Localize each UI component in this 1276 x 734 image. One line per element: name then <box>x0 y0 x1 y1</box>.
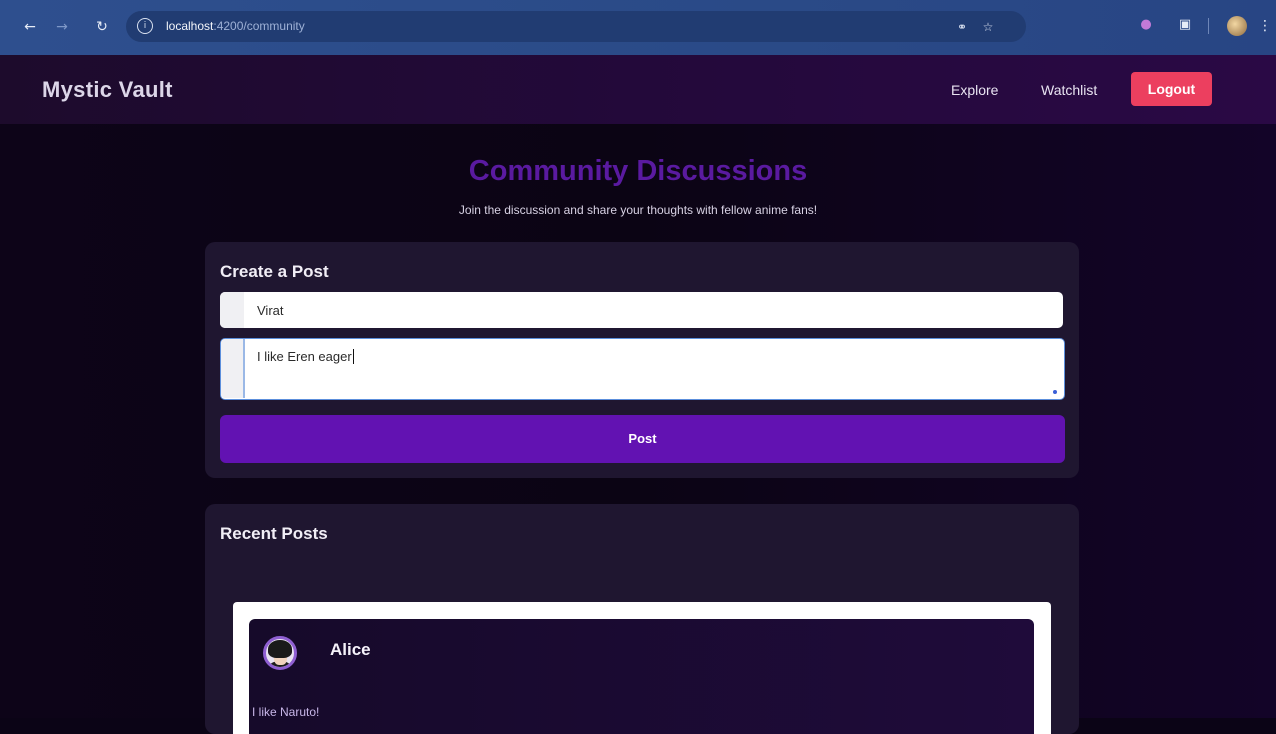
create-post-title: Create a Post <box>220 262 329 281</box>
post-text: I like Naruto! <box>252 705 320 719</box>
create-post-card: Create a Post Virat I like Eren eager Po… <box>205 242 1079 478</box>
textarea-gutter <box>221 339 245 398</box>
page-subtitle: Join the discussion and share your thoug… <box>458 203 818 217</box>
main-content: Community Discussions Join the discussio… <box>0 124 1276 734</box>
url-text: localhost:4200/community <box>166 19 305 33</box>
browser-menu-icon[interactable]: ⋮ <box>1258 14 1272 38</box>
post-author: Alice <box>330 640 371 659</box>
brand-logo[interactable]: Mystic Vault <box>42 77 173 103</box>
message-value: I like Eren eager <box>257 349 354 364</box>
forward-icon[interactable]: → <box>50 15 74 39</box>
post-body: Alice I like Naruto! <box>249 619 1034 734</box>
post-item: Alice I like Naruto! <box>233 602 1051 734</box>
logout-button[interactable]: Logout <box>1131 72 1212 106</box>
recent-posts-title: Recent Posts <box>220 524 328 543</box>
name-input[interactable]: Virat <box>220 292 1063 328</box>
resize-handle-icon[interactable] <box>1053 388 1063 398</box>
profile-avatar-icon[interactable] <box>1227 16 1247 36</box>
toolbar-divider <box>1208 18 1209 34</box>
site-info-icon[interactable]: i <box>137 18 153 34</box>
browser-toolbar: ← → ↻ i localhost:4200/community ⚭ ☆ ● ▣… <box>0 0 1276 55</box>
nav-watchlist[interactable]: Watchlist <box>1041 82 1097 98</box>
nav-explore[interactable]: Explore <box>951 82 998 98</box>
post-button[interactable]: Post <box>220 415 1065 463</box>
text-caret <box>352 349 354 364</box>
reload-icon[interactable]: ↻ <box>90 15 114 39</box>
input-gutter <box>220 292 244 328</box>
extension-icon[interactable]: ● <box>1135 14 1157 36</box>
back-icon[interactable]: ← <box>18 15 42 39</box>
app-header: Mystic Vault Explore Watchlist Logout <box>0 55 1276 124</box>
name-input-value: Virat <box>257 303 284 318</box>
message-textarea[interactable]: I like Eren eager <box>220 338 1065 400</box>
recent-posts-card: Recent Posts Alice I like Naruto! <box>205 504 1079 734</box>
page-title: Community Discussions <box>468 155 808 187</box>
bookmark-star-icon[interactable]: ☆ <box>978 17 998 37</box>
extensions-puzzle-icon[interactable]: ▣ <box>1174 14 1196 36</box>
author-avatar <box>263 636 297 670</box>
password-key-icon[interactable]: ⚭ <box>952 17 972 37</box>
address-bar[interactable]: i localhost:4200/community ⚭ ☆ <box>126 11 1026 42</box>
